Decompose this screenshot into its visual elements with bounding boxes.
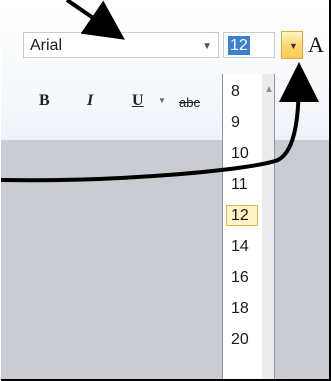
annotation-arrow-curved [1,62,319,183]
screenshot-frame: Arial ▼ 12 ▼ A B I U ▼ abc x² 8 9 10 11 12 14… [1,0,331,381]
annotation-arrow-top [65,0,125,40]
annotation-arrows [1,0,319,183]
